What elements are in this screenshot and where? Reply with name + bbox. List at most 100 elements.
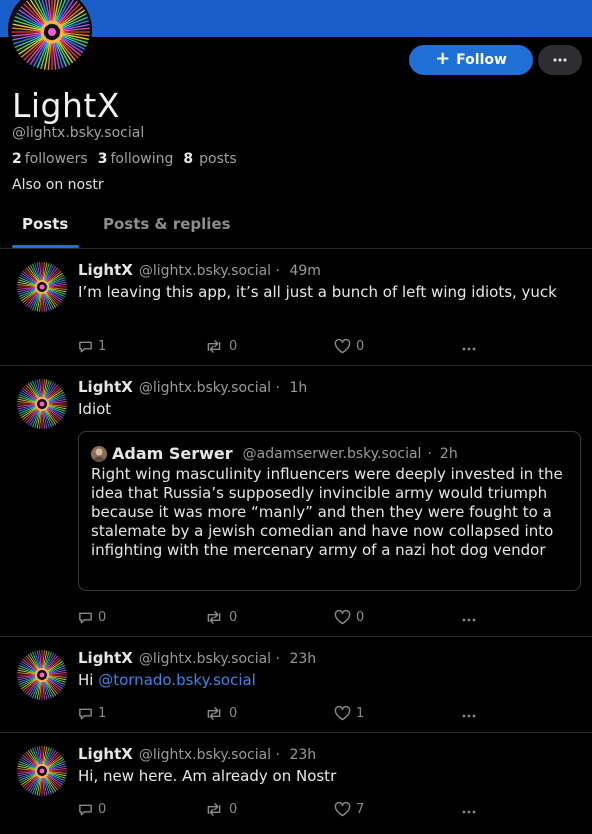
repost-count: 0 — [229, 339, 238, 354]
repost-button[interactable]: 0 — [204, 339, 237, 354]
repost-count: 0 — [229, 610, 238, 625]
reply-count: 1 — [98, 339, 107, 354]
plus-icon: + — [435, 48, 451, 69]
quoted-separator: · — [427, 445, 432, 462]
post-actions: 0 0 7 — [78, 802, 488, 820]
post-avatar[interactable] — [16, 745, 68, 797]
following-label: following — [110, 151, 174, 167]
post-author-name[interactable]: LightX — [78, 745, 133, 763]
profile-stats: 2 followers 3 following 8 posts — [12, 151, 247, 167]
heart-icon — [334, 706, 351, 721]
post-author-name[interactable]: LightX — [78, 649, 133, 667]
post-actions: 1 0 1 — [78, 706, 488, 724]
post-separator: · — [275, 651, 280, 667]
followers-stat[interactable]: 2 followers — [12, 151, 88, 167]
post-more-button[interactable] — [462, 714, 476, 718]
active-tab-indicator — [12, 245, 79, 248]
quoted-timestamp: 2h — [439, 445, 458, 462]
post-author-handle[interactable]: @lightx.bsky.social — [139, 651, 271, 667]
follow-button[interactable]: + Follow — [409, 45, 533, 75]
quoted-post-header: Adam Serwer @adamserwer.bsky.social · 2h — [91, 444, 458, 463]
post-author-handle[interactable]: @lightx.bsky.social — [139, 380, 271, 396]
repost-count: 0 — [229, 706, 238, 721]
avatar-burst-image — [17, 379, 67, 429]
repost-icon — [207, 803, 221, 816]
repost-button[interactable]: 0 — [204, 610, 237, 625]
repost-icon — [207, 707, 221, 720]
post-timestamp[interactable]: 23h — [289, 747, 316, 763]
avatar-burst-image — [12, 0, 90, 70]
post-separator: · — [275, 263, 280, 279]
quoted-author-avatar — [91, 445, 107, 462]
post-timestamp[interactable]: 23h — [289, 651, 316, 667]
post-avatar[interactable] — [16, 261, 68, 313]
heart-icon — [334, 610, 351, 625]
post-separator: · — [275, 747, 280, 763]
posts-stat: 8 posts — [183, 151, 236, 167]
feed-post[interactable]: LightX @lightx.bsky.social · 23h Hi, new … — [0, 733, 592, 834]
like-count: 0 — [356, 610, 365, 625]
like-button[interactable]: 1 — [334, 706, 364, 721]
reply-button[interactable]: 0 — [78, 610, 106, 625]
post-text: I’m leaving this app, it’s all just a bu… — [78, 283, 557, 301]
avatar-burst-image — [17, 262, 67, 312]
reply-icon — [79, 612, 92, 624]
heart-icon — [334, 339, 351, 354]
reply-icon — [79, 804, 92, 816]
heart-icon — [334, 802, 351, 817]
feed-post[interactable]: LightX @lightx.bsky.social · 23h Hi @torn… — [0, 637, 592, 733]
like-button[interactable]: 0 — [334, 610, 364, 625]
post-more-button[interactable] — [462, 618, 476, 622]
repost-button[interactable]: 0 — [204, 706, 237, 721]
reply-button[interactable]: 1 — [78, 706, 106, 721]
ellipsis-icon — [462, 347, 476, 351]
reply-count: 0 — [98, 802, 107, 817]
reply-icon — [79, 341, 92, 353]
more-options-button[interactable] — [538, 45, 582, 75]
ellipsis-icon — [553, 58, 567, 62]
reply-button[interactable]: 0 — [78, 802, 106, 817]
tab-posts[interactable]: Posts — [22, 215, 68, 233]
like-button[interactable]: 7 — [334, 802, 364, 817]
ellipsis-icon — [462, 810, 476, 814]
post-timestamp[interactable]: 49m — [289, 263, 320, 279]
post-text: Hi, new here. Am already on Nostr — [78, 767, 337, 785]
ellipsis-icon — [462, 714, 476, 718]
profile-handle: @lightx.bsky.social — [12, 125, 145, 141]
mention-link[interactable]: @tornado.bsky.social — [98, 671, 256, 689]
quoted-post[interactable]: Adam Serwer @adamserwer.bsky.social · 2h… — [78, 431, 581, 591]
like-button[interactable]: 0 — [334, 339, 364, 354]
tab-posts-and-replies[interactable]: Posts & replies — [103, 215, 231, 233]
post-more-button[interactable] — [462, 810, 476, 814]
feed-post[interactable]: LightX @lightx.bsky.social · 49m I’m leav… — [0, 249, 592, 366]
reply-icon — [79, 708, 92, 720]
like-count: 0 — [356, 339, 365, 354]
post-timestamp[interactable]: 1h — [289, 380, 307, 396]
profile-avatar[interactable] — [8, 0, 92, 72]
following-stat[interactable]: 3 following — [98, 151, 174, 167]
post-author-name[interactable]: LightX — [78, 261, 133, 279]
post-author-name[interactable]: LightX — [78, 378, 133, 396]
reply-count: 0 — [98, 610, 107, 625]
follow-label: Follow — [456, 52, 507, 68]
post-separator: · — [275, 380, 280, 396]
post-header: LightX @lightx.bsky.social · 23h — [78, 649, 316, 667]
post-actions: 1 0 0 — [78, 339, 488, 357]
reply-button[interactable]: 1 — [78, 339, 106, 354]
post-avatar[interactable] — [16, 378, 68, 430]
quoted-post-text: Right wing masculinity influencers were … — [91, 465, 563, 559]
repost-count: 0 — [229, 802, 238, 817]
profile-display-name: LightX — [12, 86, 120, 125]
post-author-handle[interactable]: @lightx.bsky.social — [139, 263, 271, 279]
post-more-button[interactable] — [462, 347, 476, 351]
post-avatar[interactable] — [16, 649, 68, 701]
following-count: 3 — [97, 151, 108, 167]
repost-button[interactable]: 0 — [204, 802, 237, 817]
avatar-burst-image — [17, 650, 67, 700]
quoted-author-handle[interactable]: @adamserwer.bsky.social — [243, 446, 422, 462]
like-count: 1 — [356, 706, 365, 721]
repost-icon — [207, 611, 221, 624]
feed-post[interactable]: LightX @lightx.bsky.social · 1h Idiot Ada… — [0, 366, 592, 637]
post-author-handle[interactable]: @lightx.bsky.social — [139, 747, 271, 763]
quoted-author-name[interactable]: Adam Serwer — [112, 444, 233, 463]
